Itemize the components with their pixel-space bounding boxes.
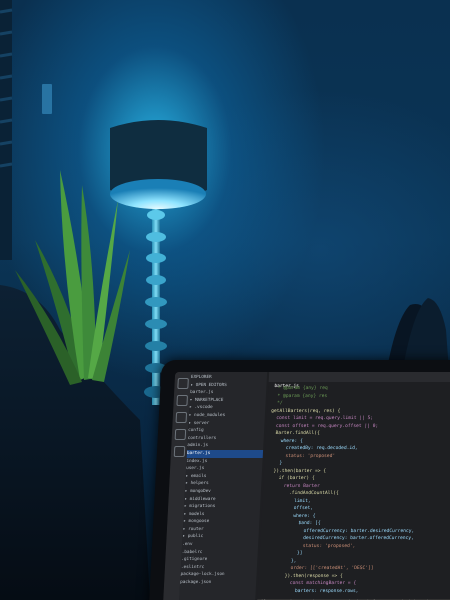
code-line: * @param {any} res: [271, 393, 328, 399]
file-tree-item[interactable]: ▸ emails: [186, 473, 262, 481]
night-room-scene: EXPLORER ▸ OPEN EDITORS barter.js ▾ MARKE…: [0, 0, 450, 600]
code-line: return Barter: [267, 483, 320, 489]
code-line: where: {: [269, 438, 303, 444]
code-area[interactable]: * @param {any} req * @param {any} res */…: [257, 382, 450, 595]
file-tree-item[interactable]: .eslintrc: [181, 564, 257, 572]
code-line: offeredCurrency: barter.desiredCurrency,: [264, 528, 415, 534]
file-tree-item[interactable]: ▸ migrations: [184, 503, 260, 511]
code-line: const limit = req.query.limit || 5;: [270, 416, 374, 421]
file-tree-item[interactable]: .gitignore: [181, 556, 257, 564]
file-tree-item[interactable]: barter.js: [190, 389, 266, 397]
file-tree-item[interactable]: .env: [182, 541, 258, 549]
laptop-screen: EXPLORER ▸ OPEN EDITORS barter.js ▾ MARKE…: [162, 372, 450, 600]
code-line: desiredCurrency: barter.offeredCurrency,: [264, 536, 414, 541]
file-tree-item[interactable]: ▸ mongoose: [183, 518, 259, 526]
file-explorer: EXPLORER ▸ OPEN EDITORS barter.js ▾ MARKE…: [178, 372, 268, 600]
code-line: status: 'proposed': [268, 453, 336, 459]
file-tree-item[interactable]: ▸ node_modules: [189, 412, 265, 420]
files-icon[interactable]: [176, 378, 189, 389]
file-tree-item[interactable]: ▸ router: [183, 526, 259, 534]
file-tree-item[interactable]: ▸ models: [184, 511, 260, 519]
code-line: const matchingBarter = {: [261, 581, 357, 586]
file-tree-item[interactable]: ▸ OPEN EDITORS: [190, 382, 266, 390]
code-line: status: 'proposed',: [263, 543, 356, 549]
code-line: order: [['createdAt', 'DESC']]: [262, 566, 374, 571]
code-line: $and: [{: [265, 521, 321, 526]
lamp-shade: [110, 120, 207, 209]
file-tree: ▸ OPEN EDITORS barter.js ▾ MARKETPLACE ▸ …: [180, 382, 267, 587]
code-line: const offset = req.query.offset || 0;: [270, 423, 379, 429]
file-tree-item[interactable]: ▸ server: [188, 420, 264, 428]
file-tree-item[interactable]: controllers: [187, 435, 263, 443]
file-tree-item[interactable]: user.js: [186, 465, 262, 473]
code-line: createdBy: req.decoded.id,: [269, 446, 358, 451]
file-tree-item[interactable]: barter.js: [186, 449, 264, 458]
debug-icon[interactable]: [174, 429, 186, 440]
file-tree-item[interactable]: ▸ middleware: [184, 496, 260, 504]
code-line: }]: [263, 551, 303, 556]
source-control-icon[interactable]: [175, 412, 187, 423]
code-line: Barter.findAll({: [269, 431, 320, 436]
code-line: }: [268, 461, 283, 466]
code-line: where: {: [265, 513, 316, 519]
laptop: EXPLORER ▸ OPEN EDITORS barter.js ▾ MARKE…: [148, 360, 450, 600]
extensions-icon[interactable]: [173, 446, 185, 457]
code-line: */: [271, 401, 283, 406]
file-tree-item[interactable]: package-lock.json: [180, 571, 256, 579]
file-tree-item[interactable]: admin.js: [187, 442, 263, 450]
editor-tabs: barter.js: [268, 372, 450, 392]
code-line: },: [263, 558, 297, 564]
window-blinds: [0, 0, 13, 260]
code-line: limit,: [266, 498, 311, 504]
file-tree-item[interactable]: config: [188, 427, 264, 435]
file-tree-item[interactable]: package.json: [180, 579, 256, 587]
code-line: * @param {any} req: [272, 386, 328, 391]
code-line: if (barter) {: [267, 476, 315, 481]
file-tree-item[interactable]: ▸ helpers: [185, 480, 261, 488]
file-tree-item[interactable]: ▸ mongoDev: [185, 488, 261, 496]
code-line: offset,: [265, 506, 314, 511]
explorer-header: EXPLORER: [190, 375, 212, 380]
search-icon[interactable]: [175, 395, 188, 406]
file-tree-item[interactable]: ▸ .vscode: [189, 404, 265, 412]
code-line: barters: response.rows,: [261, 588, 359, 594]
wall-switch: [42, 84, 52, 114]
file-tree-item[interactable]: ▾ MARKETPLACE: [189, 397, 265, 405]
file-tree-item[interactable]: .babelrc: [182, 549, 258, 557]
code-line: .findAndCountAll({: [266, 491, 339, 496]
code-editor: barter.js * @param {any} req * @param {a…: [256, 372, 450, 600]
code-line: getAllBarters(req, res) {: [271, 408, 341, 414]
file-tree-item[interactable]: index.js: [186, 458, 262, 466]
code-line: }).then(barter => {: [267, 468, 327, 474]
code-line: }).then(response => {: [262, 573, 343, 579]
file-tree-item[interactable]: ▸ public: [182, 533, 258, 541]
